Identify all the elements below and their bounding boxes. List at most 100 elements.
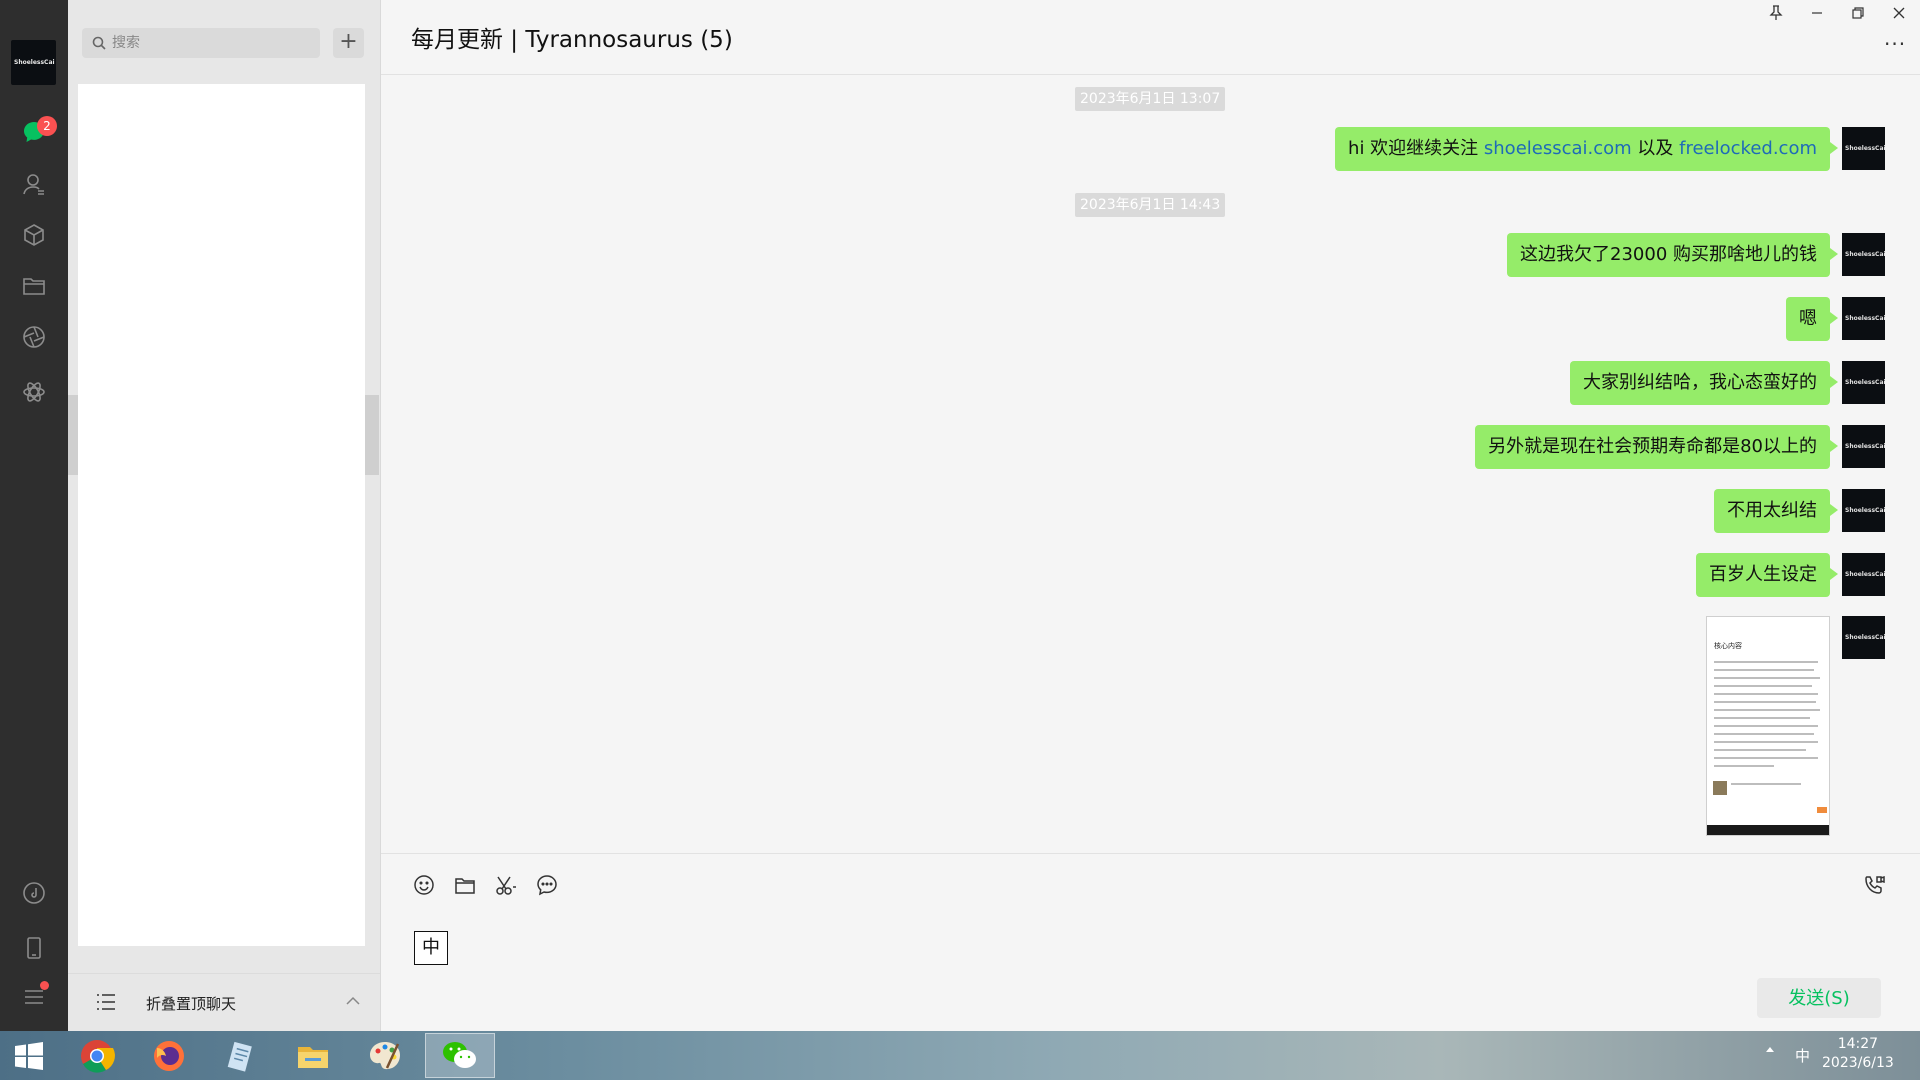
image-text-line: [1714, 725, 1818, 727]
pin-window-button[interactable]: [1763, 2, 1789, 24]
paint-palette-icon: [370, 1041, 400, 1069]
chat-list-panel[interactable]: [78, 84, 365, 946]
image-text-line: [1714, 709, 1820, 711]
scrollbar-thumb[interactable]: [68, 395, 78, 475]
search-box[interactable]: [82, 28, 320, 58]
message-bubble[interactable]: 另外就是现在社会预期寿命都是80以上的: [1475, 425, 1838, 469]
chat-history-button[interactable]: [532, 870, 562, 900]
sender-avatar[interactable]: ShoelessCai: [1842, 127, 1886, 170]
favorites-nav-button[interactable]: [14, 215, 54, 255]
image-text-line: [1714, 685, 1812, 687]
aperture-icon: [23, 326, 45, 348]
message-row: 这边我欠了23000 购买那啥地儿的钱 ShoelessCai: [1507, 233, 1886, 277]
taskbar-chrome[interactable]: [62, 1033, 132, 1078]
tray-ime-indicator[interactable]: 中: [1795, 1045, 1810, 1066]
clock-date: 2023/6/13: [1822, 1055, 1894, 1071]
avatar-text: ShoelessCai: [14, 59, 55, 66]
chat-list-column: + 折叠置顶聊天: [68, 0, 381, 1032]
timestamp: 2023年6月1日 13:07: [1075, 87, 1226, 111]
close-button[interactable]: [1886, 2, 1912, 24]
sender-avatar[interactable]: ShoelessCai: [1842, 233, 1886, 276]
taskbar-paint[interactable]: [350, 1033, 420, 1078]
search-icon: [92, 36, 106, 50]
chrome-icon: [81, 1039, 115, 1073]
system-clock[interactable]: 14:27 2023/6/13: [1822, 1035, 1894, 1073]
avatar-text: ShoelessCai: [1845, 571, 1886, 578]
contacts-nav-button[interactable]: [14, 164, 54, 204]
image-highlight: [1817, 807, 1827, 813]
call-button[interactable]: [1859, 870, 1889, 900]
menu-notification-dot: [40, 981, 49, 990]
speech-bubble-icon: [537, 875, 557, 896]
notepad-icon: [227, 1041, 252, 1072]
message-row: 百岁人生设定 ShoelessCai: [1696, 553, 1886, 597]
message-text: 以及: [1631, 138, 1680, 159]
send-button[interactable]: 发送(S): [1757, 978, 1881, 1018]
restore-button[interactable]: [1845, 2, 1871, 24]
search-input[interactable]: [112, 28, 312, 58]
folder-icon: [23, 278, 45, 295]
message-bubble[interactable]: 百岁人生设定: [1696, 553, 1838, 597]
chevron-up-icon[interactable]: [346, 996, 360, 1006]
sender-avatar[interactable]: ShoelessCai: [1842, 553, 1886, 596]
image-text-line: [1731, 783, 1801, 785]
message-text: hi 欢迎继续关注: [1348, 138, 1484, 159]
image-thumbnail: [1713, 781, 1727, 795]
image-text-line: [1714, 749, 1806, 751]
message-row: 另外就是现在社会预期寿命都是80以上的 ShoelessCai: [1475, 425, 1886, 469]
message-row: 大家别纠结哈，我心态蛮好的 ShoelessCai: [1570, 361, 1886, 405]
sender-avatar[interactable]: ShoelessCai: [1842, 297, 1886, 340]
sender-avatar[interactable]: ShoelessCai: [1842, 425, 1886, 468]
image-text-line: [1714, 669, 1814, 671]
sender-avatar[interactable]: ShoelessCai: [1842, 489, 1886, 532]
mini-programs-nav-button[interactable]: [14, 372, 54, 412]
sender-avatar[interactable]: ShoelessCai: [1842, 361, 1886, 404]
tray-expand-icon[interactable]: [1766, 1047, 1774, 1052]
phone-nav-button[interactable]: [14, 928, 54, 968]
message-bubble[interactable]: 不用太纠结: [1714, 489, 1838, 533]
user-avatar[interactable]: ShoelessCai: [11, 40, 56, 85]
scrollbar-thumb[interactable]: [365, 395, 379, 475]
composer-area: 中 发送(S): [381, 853, 1920, 1032]
message-row: 嗯 ShoelessCai: [1786, 297, 1886, 341]
pin-icon: [1769, 5, 1783, 20]
send-file-button[interactable]: [450, 870, 480, 900]
add-button[interactable]: +: [333, 28, 364, 58]
image-text-line: [1714, 733, 1814, 735]
channels-nav-button[interactable]: [14, 873, 54, 913]
more-options-button[interactable]: ···: [1884, 32, 1906, 56]
image-message[interactable]: 核心内容: [1706, 616, 1830, 836]
music-disc-icon: [23, 882, 45, 904]
contacts-icon: [23, 174, 44, 195]
minimize-icon: [1812, 12, 1822, 14]
taskbar-wechat[interactable]: [425, 1033, 495, 1078]
message-row: hi 欢迎继续关注 shoelesscai.com 以及 freelocked.…: [1335, 127, 1886, 171]
emoji-button[interactable]: [409, 870, 439, 900]
message-bubble[interactable]: 大家别纠结哈，我心态蛮好的: [1570, 361, 1838, 405]
avatar-text: ShoelessCai: [1845, 443, 1886, 450]
avatar-text: ShoelessCai: [1845, 251, 1886, 258]
message-bubble[interactable]: hi 欢迎继续关注 shoelesscai.com 以及 freelocked.…: [1335, 127, 1838, 171]
message-row: 核心内容 ShoelessCai: [1706, 616, 1886, 836]
image-text-line: [1714, 693, 1818, 695]
cube-icon: [24, 224, 44, 246]
taskbar-file-explorer[interactable]: [278, 1033, 348, 1078]
moments-nav-button[interactable]: [14, 317, 54, 357]
ime-indicator: 中: [414, 931, 448, 965]
start-button[interactable]: [0, 1033, 58, 1078]
message-list: 2023年6月1日 13:07 hi 欢迎继续关注 shoelesscai.co…: [381, 75, 1920, 852]
taskbar-notepad[interactable]: [206, 1033, 276, 1078]
minimize-button[interactable]: [1804, 2, 1830, 24]
fold-pinned-chats-bar[interactable]: 折叠置顶聊天: [68, 973, 380, 1032]
message-bubble[interactable]: 这边我欠了23000 购买那啥地儿的钱: [1507, 233, 1838, 277]
image-text-line: [1714, 677, 1820, 679]
unread-badge: 2: [37, 116, 57, 136]
message-link[interactable]: shoelesscai.com: [1484, 138, 1632, 159]
message-link[interactable]: freelocked.com: [1679, 138, 1817, 159]
files-nav-button[interactable]: [14, 266, 54, 306]
message-bubble[interactable]: 嗯: [1786, 297, 1838, 341]
sender-avatar[interactable]: ShoelessCai: [1842, 616, 1886, 659]
fold-pinned-label: 折叠置顶聊天: [146, 995, 237, 1013]
taskbar-firefox[interactable]: [134, 1033, 204, 1078]
screenshot-button[interactable]: [491, 870, 521, 900]
